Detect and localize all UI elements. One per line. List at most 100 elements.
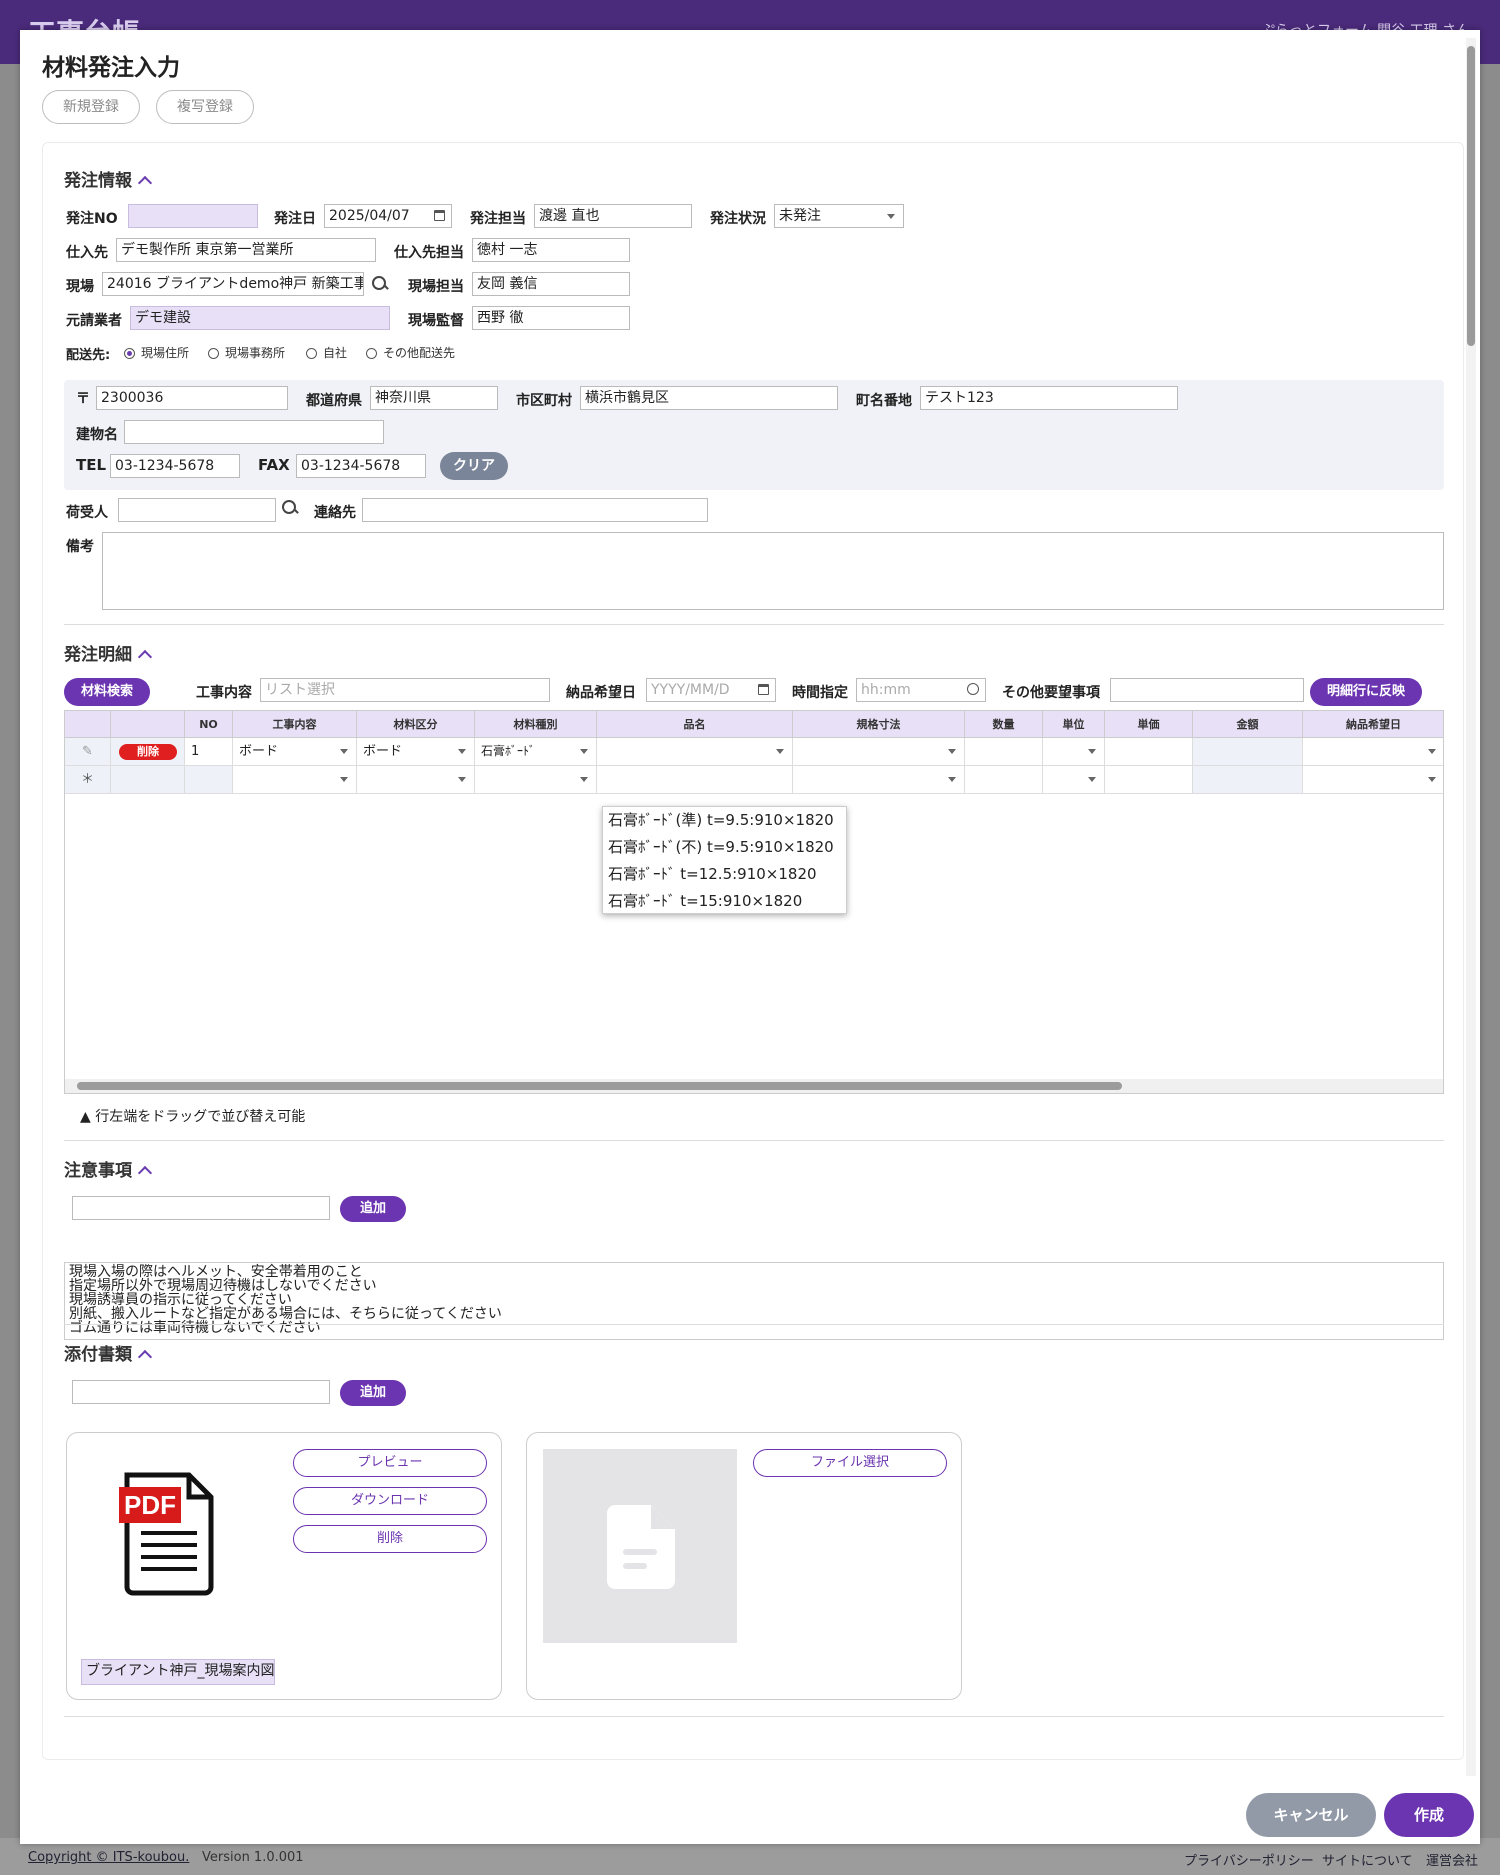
- new-row-qty-cell[interactable]: [965, 766, 1043, 794]
- attachment-name-field[interactable]: ブライアント神戸_現場案内図: [81, 1659, 275, 1685]
- modal-scrollbar[interactable]: [1466, 38, 1476, 1776]
- city-field[interactable]: 横浜市鶴見区: [580, 386, 838, 410]
- town-field[interactable]: テスト123: [920, 386, 1178, 410]
- row-delivery-cell[interactable]: [1303, 738, 1443, 766]
- receiver-field[interactable]: [118, 498, 276, 522]
- work-field[interactable]: リスト選択: [260, 678, 550, 702]
- delete-row-button[interactable]: 削除: [119, 744, 177, 760]
- supplier-staff-field[interactable]: 徳村 一志: [472, 238, 630, 262]
- delivery-date-field[interactable]: YYYY/MM/D: [646, 678, 776, 702]
- search-icon[interactable]: [282, 500, 298, 516]
- col-header-amount[interactable]: 金額: [1193, 711, 1303, 738]
- calendar-icon[interactable]: [434, 210, 445, 221]
- add-attachment-button[interactable]: 追加: [340, 1380, 406, 1406]
- remarks-textarea[interactable]: [102, 532, 1444, 610]
- new-row-unit-cell[interactable]: [1043, 766, 1105, 794]
- radio-selected-icon[interactable]: [124, 348, 135, 359]
- col-header-work[interactable]: 工事内容: [233, 711, 357, 738]
- clock-icon[interactable]: [967, 683, 979, 695]
- create-button[interactable]: 作成: [1384, 1793, 1474, 1837]
- file-select-button[interactable]: ファイル選択: [753, 1449, 947, 1477]
- radio-icon[interactable]: [306, 348, 317, 359]
- col-header-delivery[interactable]: 納品希望日: [1303, 711, 1443, 738]
- row-qty-cell[interactable]: [965, 738, 1043, 766]
- building-field[interactable]: [124, 420, 384, 444]
- section-notes[interactable]: 注意事項: [64, 1156, 153, 1181]
- chevron-up-icon[interactable]: [137, 649, 153, 665]
- zip-field[interactable]: 2300036: [96, 386, 288, 410]
- staff-field[interactable]: 渡邊 直也: [534, 204, 692, 228]
- row-category-cell[interactable]: ボード: [357, 738, 475, 766]
- col-header-size[interactable]: 規格寸法: [793, 711, 965, 738]
- dropdown-option[interactable]: 石膏ﾎﾞｰﾄﾞ(準) t=9.5:910×1820: [603, 807, 846, 834]
- col-header-no[interactable]: NO: [185, 711, 233, 738]
- calendar-icon[interactable]: [758, 684, 769, 695]
- new-row-item-cell[interactable]: [597, 766, 793, 794]
- section-order-info[interactable]: 発注情報: [64, 166, 153, 191]
- status-select[interactable]: 未発注: [774, 204, 904, 228]
- download-button[interactable]: ダウンロード: [293, 1487, 487, 1515]
- order-date-field[interactable]: 2025/04/07: [324, 204, 452, 228]
- dest-radio-own[interactable]: 自社: [306, 344, 347, 361]
- copyright-link[interactable]: Copyright © ITS-koubou.: [28, 1850, 189, 1865]
- site-staff-field[interactable]: 友岡 義信: [472, 272, 630, 296]
- notes-textarea[interactable]: 現場入場の際はヘルメット、安全帯着用のこと 指定場所以外で現場周辺待機はしないで…: [64, 1262, 1444, 1340]
- row-price-cell[interactable]: [1105, 738, 1193, 766]
- order-no-field[interactable]: [128, 204, 258, 228]
- attachment-input[interactable]: [72, 1380, 330, 1404]
- search-icon[interactable]: [372, 276, 388, 292]
- cancel-button[interactable]: キャンセル: [1246, 1793, 1376, 1837]
- delete-attachment-button[interactable]: 削除: [293, 1525, 487, 1553]
- note-input[interactable]: [72, 1196, 330, 1220]
- dropdown-option[interactable]: 石膏ﾎﾞｰﾄﾞ(不) t=9.5:910×1820: [603, 834, 846, 861]
- scrollbar-thumb[interactable]: [1467, 46, 1475, 346]
- clear-button[interactable]: クリア: [440, 452, 508, 480]
- privacy-link[interactable]: プライバシーポリシー: [1184, 1850, 1314, 1869]
- new-row-delivery-cell[interactable]: [1303, 766, 1443, 794]
- row-drag-handle[interactable]: ✎: [65, 738, 111, 766]
- contractor-field[interactable]: デモ建設: [130, 306, 390, 330]
- dropdown-option[interactable]: 石膏ﾎﾞｰﾄﾞ t=12.5:910×1820: [603, 861, 846, 888]
- pref-field[interactable]: 神奈川県: [370, 386, 498, 410]
- apply-to-rows-button[interactable]: 明細行に反映: [1310, 678, 1422, 706]
- site-field[interactable]: 24016 ブライアントdemo神戸 新築工事: [102, 272, 364, 296]
- chevron-up-icon[interactable]: [137, 175, 153, 191]
- other-field[interactable]: [1110, 678, 1304, 702]
- new-row-price-cell[interactable]: [1105, 766, 1193, 794]
- dropdown-option[interactable]: 石膏ﾎﾞｰﾄﾞ t=15:910×1820: [603, 888, 846, 915]
- material-search-button[interactable]: 材料検索: [64, 678, 150, 706]
- chevron-up-icon[interactable]: [137, 1349, 153, 1365]
- new-row-kind-cell[interactable]: [475, 766, 597, 794]
- new-register-button[interactable]: 新規登録: [42, 90, 140, 124]
- col-header-unit[interactable]: 単位: [1043, 711, 1105, 738]
- row-kind-cell[interactable]: 石膏ﾎﾞｰﾄﾞ: [475, 738, 597, 766]
- chevron-up-icon[interactable]: [137, 1165, 153, 1181]
- new-row-size-cell[interactable]: [793, 766, 965, 794]
- copy-register-button[interactable]: 複写登録: [156, 90, 254, 124]
- radio-icon[interactable]: [366, 348, 377, 359]
- row-unit-cell[interactable]: [1043, 738, 1105, 766]
- col-header-item[interactable]: 品名: [597, 711, 793, 738]
- radio-icon[interactable]: [208, 348, 219, 359]
- about-link[interactable]: サイトについて: [1322, 1850, 1413, 1869]
- col-header-qty[interactable]: 数量: [965, 711, 1043, 738]
- add-note-button[interactable]: 追加: [340, 1196, 406, 1222]
- section-details[interactable]: 発注明細: [64, 640, 153, 665]
- scrollbar-thumb[interactable]: [77, 1082, 1122, 1090]
- preview-button[interactable]: プレビュー: [293, 1449, 487, 1477]
- contact-field[interactable]: [362, 498, 708, 522]
- dest-radio-site[interactable]: 現場住所: [124, 344, 189, 361]
- row-size-cell[interactable]: [793, 738, 965, 766]
- new-row-work-cell[interactable]: [233, 766, 357, 794]
- time-field[interactable]: hh:mm: [856, 678, 986, 702]
- row-item-cell[interactable]: [597, 738, 793, 766]
- dest-radio-other[interactable]: その他配送先: [366, 344, 455, 361]
- col-header-price[interactable]: 単価: [1105, 711, 1193, 738]
- section-attachments[interactable]: 添付書類: [64, 1340, 153, 1365]
- dest-radio-office[interactable]: 現場事務所: [208, 344, 285, 361]
- new-row-category-cell[interactable]: [357, 766, 475, 794]
- col-header-kind[interactable]: 材料種別: [475, 711, 597, 738]
- supplier-field[interactable]: デモ製作所 東京第一営業所: [116, 238, 376, 262]
- company-link[interactable]: 運営会社: [1426, 1850, 1478, 1869]
- row-work-cell[interactable]: ボード: [233, 738, 357, 766]
